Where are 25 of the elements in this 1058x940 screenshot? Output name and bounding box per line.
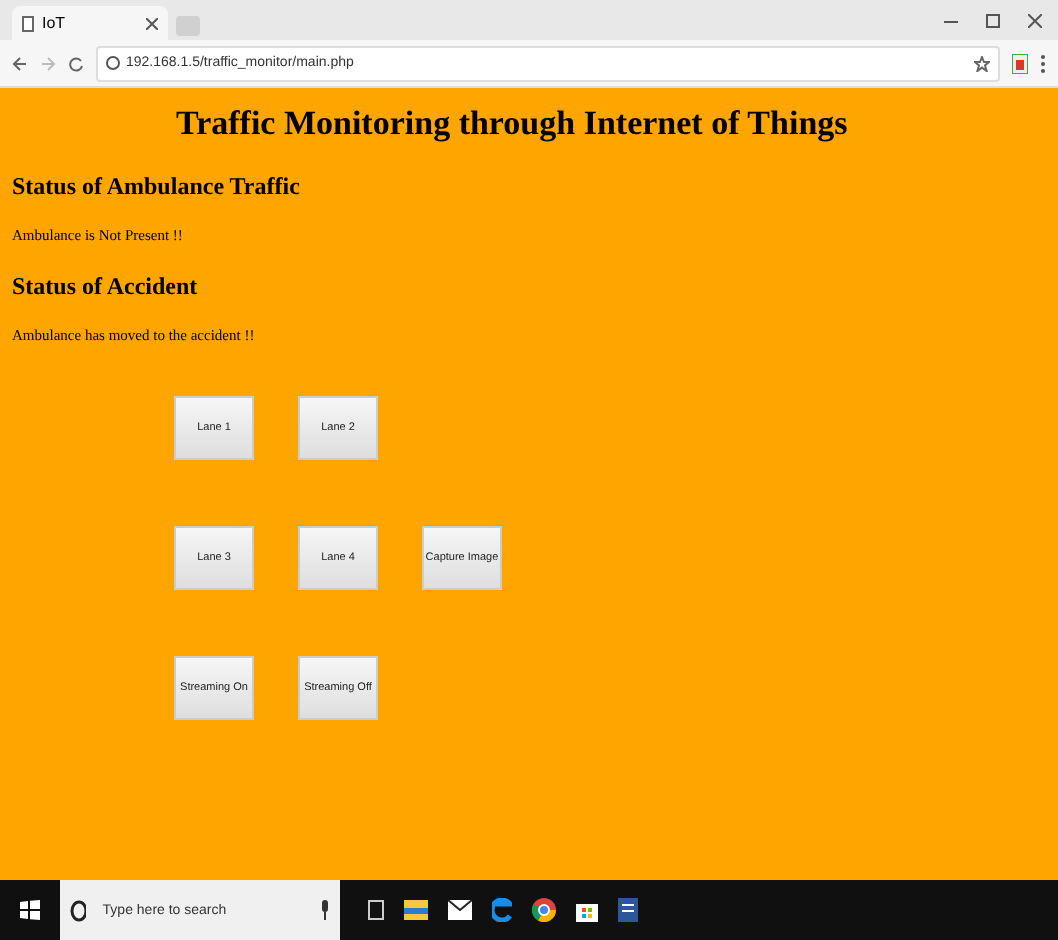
page-title: Traffic Monitoring through Internet of Things: [176, 104, 850, 144]
envelope-icon[interactable]: [448, 900, 472, 920]
folder-icon[interactable]: [404, 900, 428, 920]
info-icon: [106, 56, 120, 70]
section-heading: Status of Accident: [12, 272, 200, 302]
chrome-icon[interactable]: [532, 898, 556, 922]
edge-icon[interactable]: [492, 898, 512, 922]
close-icon[interactable]: [1028, 13, 1042, 27]
microphone-icon[interactable]: [320, 900, 330, 920]
maximize-icon[interactable]: [986, 13, 1000, 27]
back-icon[interactable]: [12, 55, 28, 71]
browser-tab[interactable]: IoT: [12, 6, 168, 40]
cortana-icon: [70, 899, 87, 921]
extension-icon[interactable]: [1012, 53, 1028, 73]
windows-icon[interactable]: [20, 900, 40, 920]
store-icon[interactable]: [576, 898, 598, 922]
menu-icon[interactable]: [1040, 53, 1046, 73]
document-icon[interactable]: [618, 898, 638, 922]
tab-title: IoT: [42, 14, 66, 32]
section-heading: Status of Ambulance Traffic: [12, 172, 302, 202]
reload-icon[interactable]: [68, 55, 84, 71]
page-icon: [22, 15, 34, 31]
task-view-icon[interactable]: [368, 900, 384, 920]
star-icon[interactable]: [974, 55, 990, 71]
close-icon[interactable]: [146, 17, 158, 29]
